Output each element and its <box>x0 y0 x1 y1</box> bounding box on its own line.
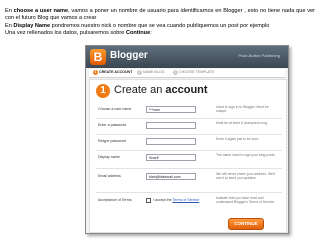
heading-step-badge: 1 <box>96 84 110 98</box>
form-row-retype-password: Retype password Enter it again just to b… <box>96 136 282 149</box>
page-title-text: Create an <box>114 84 166 96</box>
username-input[interactable]: ***user <box>146 106 196 113</box>
password-help: Must be at least 6 characters long. <box>216 121 268 125</box>
caption-text: Una vez rellenados los datos, pulsaremos… <box>5 30 126 37</box>
divider <box>96 168 282 169</box>
terms-label: Acceptance of Terms <box>98 198 132 202</box>
password-input[interactable] <box>146 122 196 129</box>
retype-password-label: Retype password <box>98 139 126 143</box>
step-label: NAME BLOG <box>143 70 165 74</box>
email-input[interactable]: blah@blahmail.com <box>146 173 196 180</box>
blogger-header: B Blogger Push-Button Publishing <box>86 46 288 68</box>
form-row-username: Choose a user name ***user Used to sign … <box>96 104 282 117</box>
retype-password-help: Enter it again just to be sure. <box>216 137 260 141</box>
caption-text: pondremos nuestro nick o nombre que se v… <box>50 22 270 29</box>
retype-password-input[interactable] <box>146 138 196 145</box>
terms-checkbox[interactable] <box>146 198 151 203</box>
continue-button[interactable]: CONTINUE <box>228 218 264 230</box>
terms-of-service-link[interactable]: Terms of Service <box>173 198 200 202</box>
caption-bold-term: Display Name <box>13 22 51 29</box>
username-help: Used to sign in to Blogger. Must be uniq… <box>216 105 269 114</box>
caption-paragraph-3: Una vez rellenados los datos, pulsaremos… <box>5 30 315 37</box>
caption-bold-term: Continue <box>125 30 151 37</box>
terms-checkbox-label: I accept the Terms of Service <box>153 198 199 202</box>
page-title: Create an account <box>114 84 208 96</box>
step-number: 2 <box>137 70 142 75</box>
divider <box>96 150 282 151</box>
form-row-password: Enter a password Must be at least 6 char… <box>96 120 282 133</box>
form-row-email: Email address blah@blahmail.com We will … <box>96 171 282 184</box>
caption-text: En <box>5 8 14 14</box>
divider <box>96 134 282 135</box>
blogger-logo-icon: B <box>90 49 106 65</box>
instruction-text: En choose a user name, vamos a poner un … <box>5 8 315 38</box>
signup-steps: 1 CREATE ACCOUNT 2 NAME BLOG 3 CHOOSE TEMPL… <box>89 69 285 78</box>
email-help: We will never share your address. We'll … <box>216 172 276 181</box>
caption-paragraph-1: En choose a user name, vamos a poner un … <box>5 8 315 23</box>
display-name-input[interactable]: Snarff <box>146 154 196 161</box>
divider <box>96 192 282 193</box>
step-number: 1 <box>93 70 98 75</box>
caption-text: : <box>150 30 152 37</box>
caption-paragraph-2: En Display Name pondremos nuestro nick o… <box>5 23 315 30</box>
step-label: CREATE ACCOUNT <box>99 70 133 74</box>
blogger-screenshot: B Blogger Push-Button Publishing 1 CREATE… <box>85 45 289 234</box>
step-number: 3 <box>173 70 178 75</box>
page-title-bold: account <box>165 84 208 96</box>
step-label: CHOOSE TEMPLATE <box>179 70 215 74</box>
form-row-display-name: Display name Snarff The name used to sig… <box>96 152 282 165</box>
display-name-help: The name used to sign your blog posts. <box>216 153 276 157</box>
password-label: Enter a password <box>98 123 126 127</box>
blogger-tagline: Push-Button Publishing <box>238 53 280 58</box>
display-name-label: Display name <box>98 155 120 159</box>
terms-text: I accept the <box>153 198 173 202</box>
email-label: Email address <box>98 174 121 178</box>
step-choose-template: 3 CHOOSE TEMPLATE <box>173 70 214 75</box>
step-create-account: 1 CREATE ACCOUNT <box>93 70 132 75</box>
blogger-logo-text: Blogger <box>110 50 148 61</box>
signup-form-panel: 1 Create an account Choose a user name *… <box>89 79 287 233</box>
username-label: Choose a user name <box>98 107 132 111</box>
caption-bold-term: choose a user name <box>13 8 69 14</box>
divider <box>96 118 282 119</box>
terms-help: Indicate that you have read and understa… <box>216 196 276 205</box>
step-name-blog: 2 NAME BLOG <box>137 70 164 75</box>
form-row-terms: Acceptance of Terms I accept the Terms o… <box>96 195 282 208</box>
